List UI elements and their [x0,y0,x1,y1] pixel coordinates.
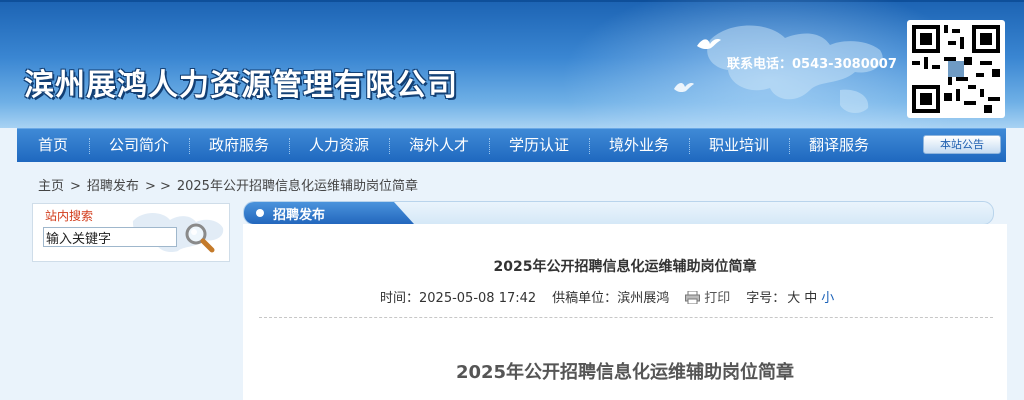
qr-code-icon [907,20,1005,118]
search-label: 站内搜索 [45,209,94,223]
nav-item-degree-cert[interactable]: 学历认证 [489,129,589,162]
site-title: 滨州展鸿人力资源管理有限公司 [24,68,458,103]
time-label: 时间： [380,291,420,306]
dove-icon [674,83,694,93]
breadcrumb-home[interactable]: 主页 [38,179,64,194]
article-meta: 时间：2025-05-08 17:42 供稿单位：滨州展鸿 打印 字号：大中小 [380,287,836,306]
time-value: 2025-05-08 17:42 [419,291,537,306]
breadcrumb-section[interactable]: 招聘发布 [87,179,139,194]
nav-item-training[interactable]: 职业培训 [689,129,789,162]
search-input[interactable] [43,227,177,247]
dove-icon [697,39,721,50]
nav-item-overseas-talent[interactable]: 海外人才 [389,129,489,162]
font-size-label: 字号： [746,291,786,306]
tab-recruitment[interactable]: 招聘发布 [244,202,414,224]
nav-item-gov-services[interactable]: 政府服务 [189,129,289,162]
breadcrumb-current: 2025年公开招聘信息化运维辅助岗位简章 [176,179,418,194]
header-banner: 滨州展鸿人力资源管理有限公司 联系电话：0543-3080007 [0,0,1024,128]
contact-phone: 联系电话：0543-3080007 [727,57,897,72]
tab-bullet-icon [256,209,264,217]
article-title: 2025年公开招聘信息化运维辅助岗位简章 [493,259,757,275]
article-body-heading: 2025年公开招聘信息化运维辅助岗位简章 [455,362,795,383]
content-tab-bar: 招聘发布 [243,201,994,225]
breadcrumb-separator: > [70,179,81,194]
font-size-medium[interactable]: 中 [804,291,817,306]
tab-recruitment-label: 招聘发布 [273,208,326,223]
nav-item-translation[interactable]: 翻译服务 [789,129,889,162]
printer-icon[interactable] [685,291,701,304]
article-panel: 2025年公开招聘信息化运维辅助岗位简章 时间：2025-05-08 17:42… [243,224,1007,400]
magnifier-icon[interactable] [183,221,215,253]
breadcrumb: 主页 > 招聘发布 > > 2025年公开招聘信息化运维辅助岗位简章 [38,175,424,194]
breadcrumb-separator: > > [144,179,171,194]
font-size-large[interactable]: 大 [787,291,800,306]
site-notice-button[interactable]: 本站公告 [923,135,1001,154]
site-search-panel: 站内搜索 [32,203,230,262]
meta-divider [259,317,993,318]
font-size-small[interactable]: 小 [821,291,834,306]
nav-item-hr[interactable]: 人力资源 [289,129,389,162]
nav-item-home[interactable]: 首页 [17,129,89,162]
print-link[interactable]: 打印 [704,291,730,306]
source-label: 供稿单位： [552,291,618,306]
nav-item-about[interactable]: 公司简介 [89,129,189,162]
nav-item-overseas-business[interactable]: 境外业务 [589,129,689,162]
main-nav: 首页 公司简介 政府服务 人力资源 海外人才 学历认证 境外业务 职业培训 翻译… [17,128,1006,162]
source-value: 滨州展鸿 [617,291,670,306]
